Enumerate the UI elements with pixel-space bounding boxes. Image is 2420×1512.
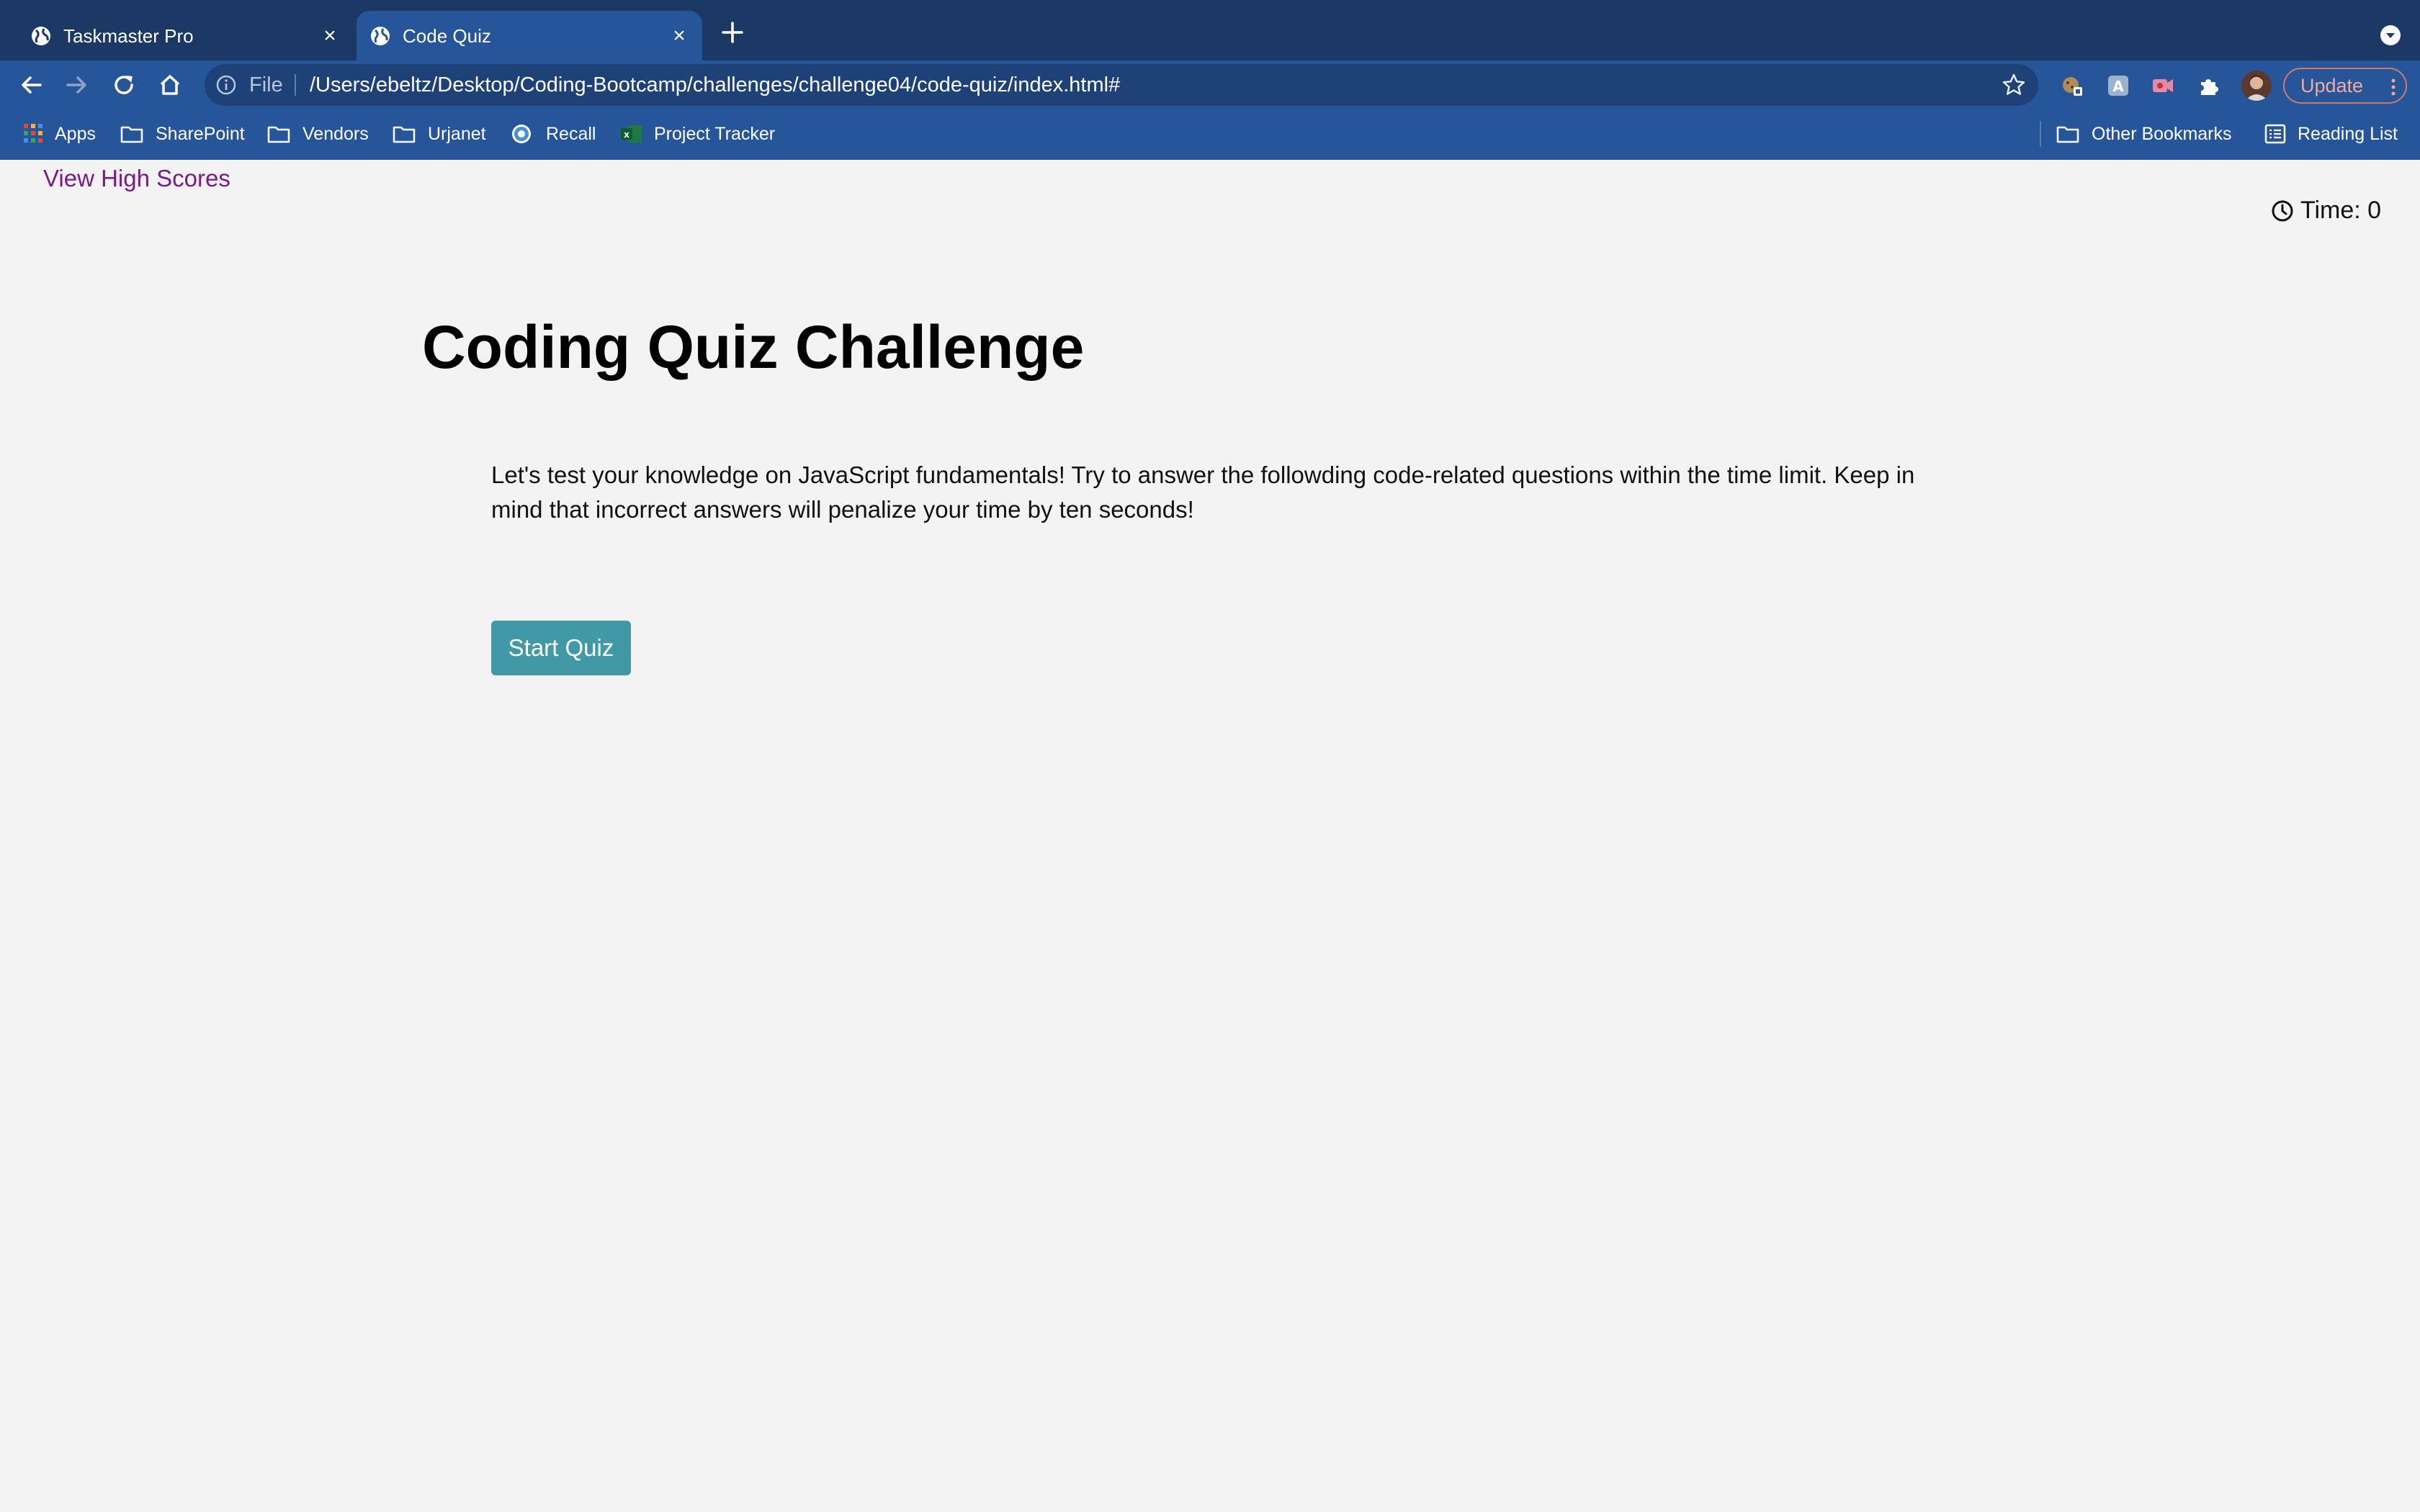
avatar-image [2241, 71, 2272, 101]
tab-taskmaster-pro[interactable]: Taskmaster Pro × [17, 11, 353, 60]
other-bookmarks-label: Other Bookmarks [2092, 124, 2232, 144]
folder-icon [120, 126, 143, 143]
bookmark-label: Project Tracker [654, 124, 776, 144]
excel-icon: x [621, 125, 642, 143]
profile-avatar[interactable] [2241, 71, 2272, 101]
url-separator [295, 74, 296, 96]
new-tab-icon[interactable] [719, 19, 746, 46]
quiz-description: Let's test your knowledge on JavaScript … [491, 462, 1915, 523]
other-bookmarks[interactable]: Other Bookmarks [2056, 121, 2236, 147]
bookmark-label: Urjanet [428, 124, 486, 144]
recall-icon [512, 125, 531, 143]
extension-translate-icon[interactable]: A [2106, 73, 2130, 98]
more-vertical-icon[interactable] [2390, 76, 2397, 98]
home-icon[interactable] [156, 71, 184, 99]
tab-code-quiz[interactable]: Code Quiz × [357, 11, 702, 60]
clock-icon [2272, 200, 2293, 222]
update-label: Update [2300, 75, 2364, 96]
folder-icon [267, 126, 290, 143]
tab-title: Taskmaster Pro [63, 25, 194, 47]
bookmarks-separator [2040, 121, 2041, 147]
info-icon[interactable] [215, 73, 238, 96]
start-quiz-button[interactable]: Start Quiz [491, 621, 631, 675]
bookmark-vendors[interactable]: Vendors [266, 121, 373, 147]
tab-title: Code Quiz [403, 25, 491, 47]
bookmark-urjanet[interactable]: Urjanet [392, 121, 493, 147]
bookmark-recall[interactable]: Recall [510, 121, 602, 147]
timer-text: Time: 0 [2300, 197, 2382, 224]
browser-toolbar: File /Users/ebeltz/Desktop/Coding-Bootca… [0, 60, 2420, 109]
reading-list-icon [2264, 124, 2286, 144]
browser-tab-strip: Taskmaster Pro × Code Quiz × [0, 0, 2420, 60]
url-scheme-label: File [249, 73, 283, 96]
address-bar[interactable]: File /Users/ebeltz/Desktop/Coding-Bootca… [205, 64, 2038, 106]
back-arrow-icon[interactable] [17, 71, 46, 99]
page-viewport: View High Scores Time: 0 Coding Quiz Cha… [0, 160, 2420, 1512]
tab-search-chevron-icon[interactable] [2380, 24, 2401, 46]
view-high-scores-link[interactable]: View High Scores [43, 164, 230, 193]
update-button[interactable]: Update [2283, 68, 2407, 104]
page-title: Coding Quiz Challenge [422, 313, 1085, 381]
tab-close-icon[interactable]: × [317, 23, 343, 49]
reading-list-label: Reading List [2298, 124, 2398, 144]
bookmarks-bar: Apps SharePoint Vendors Urjanet Recall x [0, 109, 2420, 160]
apps-grid-icon [24, 124, 42, 143]
forward-arrow-icon[interactable] [62, 71, 91, 99]
url-text[interactable]: /Users/ebeltz/Desktop/Coding-Bootcamp/ch… [310, 73, 1120, 96]
extensions-puzzle-icon[interactable] [2197, 73, 2221, 98]
folder-icon [2056, 126, 2079, 143]
bookmark-label: Apps [55, 124, 96, 144]
extension-cookie-icon[interactable] [2060, 73, 2084, 98]
svg-text:x: x [624, 130, 629, 140]
reading-list[interactable]: Reading List [2263, 121, 2407, 147]
globe-icon [371, 27, 390, 45]
tab-close-icon[interactable]: × [666, 23, 692, 49]
bookmark-star-icon[interactable] [2001, 72, 2027, 98]
svg-text:A: A [2112, 78, 2124, 95]
bookmark-label: SharePoint [156, 124, 245, 144]
reload-icon[interactable] [109, 71, 138, 99]
bookmark-sharepoint[interactable]: SharePoint [120, 121, 246, 147]
globe-icon [32, 27, 50, 45]
bookmark-label: Vendors [302, 124, 369, 144]
bookmark-project-tracker[interactable]: x Project Tracker [619, 121, 779, 147]
bookmark-apps[interactable]: Apps [22, 121, 101, 147]
bookmark-label: Recall [546, 124, 596, 144]
folder-icon [393, 126, 416, 143]
extension-record-icon[interactable] [2151, 73, 2175, 98]
